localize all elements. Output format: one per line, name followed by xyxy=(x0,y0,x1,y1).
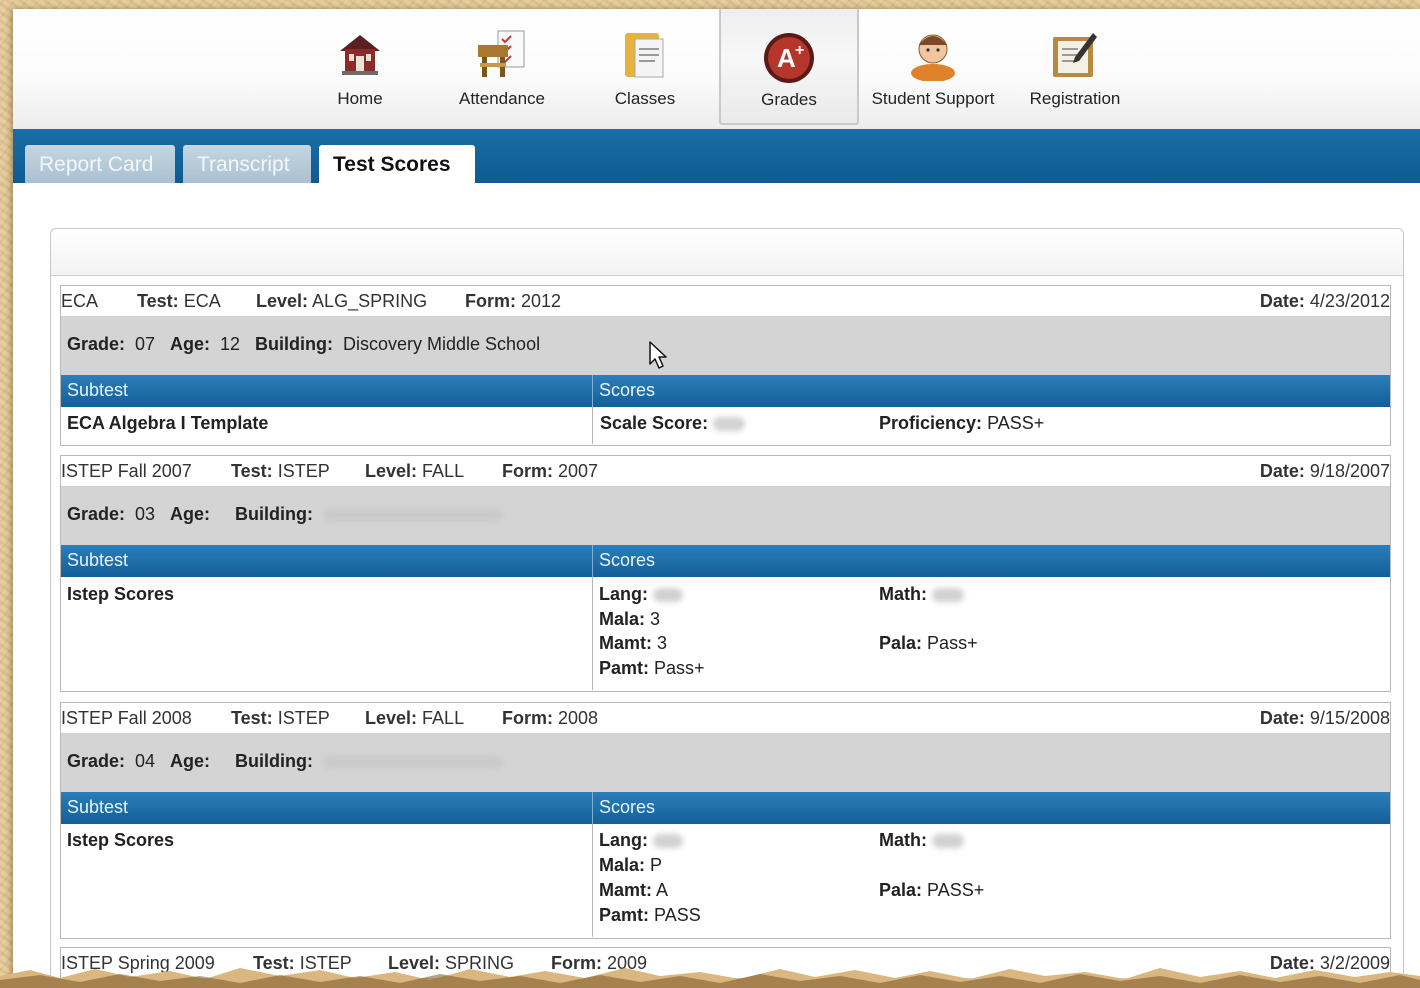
grades-tab-bar: Report Card Transcript Test Scores xyxy=(13,129,1420,183)
record-level: Level: ALG_SPRING xyxy=(256,291,428,311)
app-window: Home Attendance Classes A + Grades Stude… xyxy=(13,9,1420,984)
nav-attendance[interactable]: Attendance xyxy=(445,9,559,129)
subtest-column-header: Subtest xyxy=(67,797,129,817)
nav-student-support[interactable]: Student Support xyxy=(865,9,1001,129)
home-icon xyxy=(336,29,384,82)
tab-report-card[interactable]: Report Card xyxy=(25,145,175,183)
subtest-name: Istep Scores xyxy=(67,830,175,850)
scores-table-header: Subtest Scores xyxy=(61,792,1390,824)
test-record: ECA Test: ECA Level: ALG_SPRING Form: 20… xyxy=(60,285,1391,446)
score-proficiency: Proficiency: PASS+ xyxy=(879,413,1045,433)
record-info: Grade: 04 Age: Building: xyxy=(61,734,1390,792)
record-age: Age: xyxy=(170,504,210,524)
record-date: Date: 4/23/2012 xyxy=(1259,291,1390,311)
record-test: Test: ISTEP xyxy=(231,708,330,728)
nav-registration-label: Registration xyxy=(1029,89,1121,108)
score-pala: Pala: Pass+ xyxy=(879,633,978,653)
record-building: Building: xyxy=(235,487,503,541)
redacted-value xyxy=(323,508,503,523)
nav-classes-label: Classes xyxy=(614,89,676,108)
redacted-value xyxy=(713,417,746,432)
score-mamt: Mamt: 3 xyxy=(599,633,668,653)
record-header: ISTEP Fall 2007 Test: ISTEP Level: FALL … xyxy=(61,456,1390,487)
top-navigation: Home Attendance Classes A + Grades Stude… xyxy=(13,9,1420,129)
score-pamt: Pamt: Pass+ xyxy=(599,658,705,678)
record-form: Form: 2012 xyxy=(465,291,562,311)
test-record: ISTEP Fall 2007 Test: ISTEP Level: FALL … xyxy=(60,455,1391,692)
nav-attendance-label: Attendance xyxy=(458,89,545,108)
torn-edge-decoration xyxy=(0,968,1420,988)
record-test: Test: ECA xyxy=(137,291,221,311)
record-age: Age: 12 xyxy=(170,334,241,354)
redacted-value xyxy=(932,588,965,603)
test-record: ISTEP Fall 2008 Test: ISTEP Level: FALL … xyxy=(60,702,1391,939)
subtest-name: Istep Scores xyxy=(67,584,175,604)
score-pamt: Pamt: PASS xyxy=(599,905,701,925)
attendance-icon xyxy=(476,29,528,86)
record-name: ECA xyxy=(61,291,99,311)
student-support-icon xyxy=(907,29,959,86)
record-header: ECA Test: ECA Level: ALG_SPRING Form: 20… xyxy=(61,286,1390,317)
registration-icon xyxy=(1049,29,1101,86)
record-grade: Grade: 07 xyxy=(67,334,156,354)
score-math: Math: xyxy=(879,830,965,851)
redacted-value xyxy=(323,755,503,770)
record-level: Level: FALL xyxy=(365,708,465,728)
grades-icon: A + xyxy=(762,31,816,90)
nav-registration[interactable]: Registration xyxy=(1023,9,1127,129)
table-row: ECA Algebra I Template Scale Score: Prof… xyxy=(61,407,1390,444)
record-date: Date: 9/15/2008 xyxy=(1259,708,1390,728)
score-mala: Mala: P xyxy=(599,855,663,875)
record-form: Form: 2008 xyxy=(502,708,599,728)
record-building: Building: xyxy=(235,734,503,788)
scores-table-header: Subtest Scores xyxy=(61,545,1390,577)
record-grade: Grade: 04 xyxy=(67,751,156,771)
svg-text:A: A xyxy=(777,43,796,73)
score-mala: Mala: 3 xyxy=(599,609,661,629)
redacted-value xyxy=(932,834,965,849)
nav-classes[interactable]: Classes xyxy=(599,9,691,129)
scores-column-header: Scores xyxy=(599,380,656,400)
redacted-value xyxy=(653,834,684,849)
scores-table-header: Subtest Scores xyxy=(61,375,1390,407)
classes-icon xyxy=(619,29,671,86)
table-row: Istep Scores Lang: Math: Mala: 3 Mamt: 3… xyxy=(61,577,1390,690)
nav-grades[interactable]: A + Grades xyxy=(719,9,859,125)
record-name: ISTEP Fall 2008 xyxy=(61,708,192,728)
record-header: ISTEP Fall 2008 Test: ISTEP Level: FALL … xyxy=(61,703,1390,734)
record-name: ISTEP Fall 2007 xyxy=(61,461,192,481)
record-info: Grade: 07 Age: 12 Building: Discovery Mi… xyxy=(61,317,1390,375)
subtest-column-header: Subtest xyxy=(67,550,129,570)
scores-column-header: Scores xyxy=(599,797,656,817)
score-scale-score: Scale Score: xyxy=(600,413,746,434)
nav-grades-label: Grades xyxy=(761,90,817,109)
record-test: Test: ISTEP xyxy=(231,461,330,481)
redacted-value xyxy=(653,588,684,603)
record-level: Level: FALL xyxy=(365,461,465,481)
panel-header xyxy=(51,229,1403,276)
nav-student-support-label: Student Support xyxy=(871,89,995,108)
record-grade: Grade: 03 xyxy=(67,504,156,524)
nav-home[interactable]: Home xyxy=(315,9,405,129)
tab-transcript[interactable]: Transcript xyxy=(183,145,311,183)
score-math: Math: xyxy=(879,584,965,605)
record-building: Building: Discovery Middle School xyxy=(255,334,541,354)
subtest-name: ECA Algebra I Template xyxy=(67,413,269,433)
record-age: Age: xyxy=(170,751,210,771)
record-info: Grade: 03 Age: Building: xyxy=(61,487,1390,545)
subtest-column-header: Subtest xyxy=(67,380,129,400)
nav-home-label: Home xyxy=(337,89,383,108)
scores-column-header: Scores xyxy=(599,550,656,570)
record-form: Form: 2007 xyxy=(502,461,599,481)
svg-text:+: + xyxy=(795,42,804,59)
record-date: Date: 9/18/2007 xyxy=(1259,461,1390,481)
tab-test-scores[interactable]: Test Scores xyxy=(319,145,475,183)
score-pala: Pala: PASS+ xyxy=(879,880,985,900)
mouse-cursor-icon xyxy=(648,340,670,375)
score-mamt: Mamt: A xyxy=(599,880,669,900)
score-lang: Lang: xyxy=(599,584,684,605)
score-lang: Lang: xyxy=(599,830,684,851)
table-row: Istep Scores Lang: Math: Mala: P Mamt: A… xyxy=(61,824,1390,937)
